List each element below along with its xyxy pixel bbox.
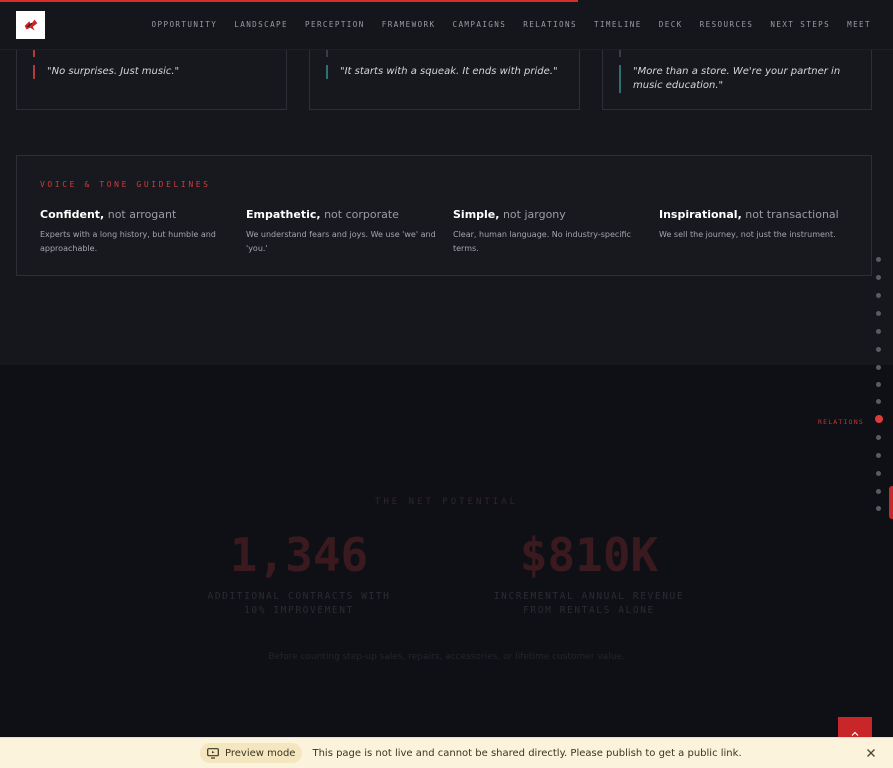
- preview-message: This page is not live and cannot be shar…: [312, 747, 742, 759]
- tone-not: not corporate: [324, 208, 399, 221]
- caption-line: INCREMENTAL ANNUAL REVENUE: [493, 591, 685, 602]
- stat-contracts-caption: ADDITIONAL CONTRACTS WITH 10% IMPROVEMEN…: [169, 590, 429, 618]
- tone-not: not arrogant: [107, 208, 177, 221]
- monitor-icon: [207, 747, 219, 759]
- tone-description: Experts with a long history, but humble …: [40, 230, 216, 253]
- nav-meet[interactable]: MEET: [847, 20, 871, 29]
- section-dot[interactable]: [876, 435, 881, 440]
- edge-tab[interactable]: [889, 486, 893, 519]
- section-dot[interactable]: [876, 506, 881, 511]
- tone-title: Empathetic, not corporate: [246, 208, 436, 222]
- nav-framework[interactable]: FRAMEWORK: [382, 20, 436, 29]
- section-dot-nav: RELATIONS: [761, 255, 883, 515]
- impact-footnote: Before counting step-up sales, repairs, …: [268, 652, 625, 662]
- site-header: OPPORTUNITY LANDSCAPE PERCEPTION FRAMEWO…: [0, 0, 893, 50]
- tone-description: We understand fears and joys. We use 'we…: [246, 230, 436, 253]
- tone-title: Inspirational, not transactional: [659, 208, 849, 222]
- quote-text: "It starts with a squeak. It ends with p…: [326, 65, 563, 79]
- caption-line: 10% IMPROVEMENT: [244, 605, 354, 616]
- tone-title: Confident, not arrogant: [40, 208, 230, 222]
- section-dot[interactable]: [876, 489, 881, 494]
- card-line: [619, 49, 739, 57]
- voice-tone-panel: VOICE & TONE GUIDELINES Confident, not a…: [16, 155, 872, 276]
- card-line: [33, 49, 153, 57]
- impact-label: THE NET POTENTIAL: [374, 497, 519, 507]
- section-dot[interactable]: [876, 311, 881, 316]
- tone-title: Simple, not jargony: [453, 208, 643, 222]
- nav-campaigns[interactable]: CAMPAIGNS: [452, 20, 506, 29]
- stat-revenue-caption: INCREMENTAL ANNUAL REVENUE FROM RENTALS …: [459, 590, 719, 618]
- nav-deck[interactable]: DECK: [659, 20, 683, 29]
- main-nav: OPPORTUNITY LANDSCAPE PERCEPTION FRAMEWO…: [135, 20, 871, 29]
- active-section-label: RELATIONS: [817, 418, 864, 426]
- scroll-progress-bar: [0, 0, 578, 2]
- tone-description: Clear, human language. No industry-speci…: [453, 230, 631, 253]
- logo-icon: [24, 19, 37, 31]
- caption-line: ADDITIONAL CONTRACTS WITH: [207, 591, 391, 602]
- preview-mode-label: Preview mode: [225, 747, 296, 759]
- tone-strong: Inspirational,: [659, 208, 742, 221]
- close-icon[interactable]: [865, 747, 877, 759]
- nav-resources[interactable]: RESOURCES: [700, 20, 754, 29]
- nav-perception[interactable]: PERCEPTION: [305, 20, 365, 29]
- section-dot[interactable]: [876, 257, 881, 262]
- tone-item: Empathetic, not corporate We understand …: [246, 208, 436, 256]
- tone-strong: Empathetic,: [246, 208, 321, 221]
- section-dot[interactable]: [876, 293, 881, 298]
- tone-description: We sell the journey, not just the instru…: [659, 230, 836, 239]
- section-dot[interactable]: [876, 365, 881, 370]
- tone-item: Inspirational, not transactional We sell…: [659, 208, 849, 242]
- section-dot[interactable]: [876, 382, 881, 387]
- preview-banner: Preview mode This page is not live and c…: [0, 737, 893, 768]
- nav-opportunity[interactable]: OPPORTUNITY: [152, 20, 218, 29]
- section-dot[interactable]: [876, 471, 881, 476]
- nav-next-steps[interactable]: NEXT STEPS: [770, 20, 830, 29]
- stat-contracts-value: 1,346: [229, 528, 369, 582]
- section-dot[interactable]: [876, 399, 881, 404]
- section-dot[interactable]: [876, 275, 881, 280]
- tone-item: Confident, not arrogant Experts with a l…: [40, 208, 230, 256]
- brand-logo[interactable]: [16, 11, 45, 39]
- tone-not: not jargony: [502, 208, 566, 221]
- nav-relations[interactable]: RELATIONS: [523, 20, 577, 29]
- preview-mode-pill: Preview mode: [200, 743, 303, 763]
- section-dot[interactable]: [876, 453, 881, 458]
- card-line: [326, 49, 446, 57]
- section-dot[interactable]: [876, 329, 881, 334]
- section-dot[interactable]: [876, 347, 881, 352]
- impact-section: [0, 365, 893, 737]
- tone-item: Simple, not jargony Clear, human languag…: [453, 208, 643, 256]
- stat-revenue-value: $810K: [519, 528, 659, 582]
- quote-text: "No surprises. Just music.": [33, 65, 270, 79]
- nav-landscape[interactable]: LANDSCAPE: [234, 20, 288, 29]
- nav-timeline[interactable]: TIMELINE: [594, 20, 642, 29]
- quote-text: "More than a store. We're your partner i…: [619, 65, 855, 93]
- caption-line: FROM RENTALS ALONE: [523, 605, 655, 616]
- section-dot-active[interactable]: [874, 415, 883, 423]
- tone-strong: Confident,: [40, 208, 105, 221]
- voice-tone-heading: VOICE & TONE GUIDELINES: [40, 180, 211, 189]
- tone-strong: Simple,: [453, 208, 500, 221]
- tone-not: not transactional: [745, 208, 839, 221]
